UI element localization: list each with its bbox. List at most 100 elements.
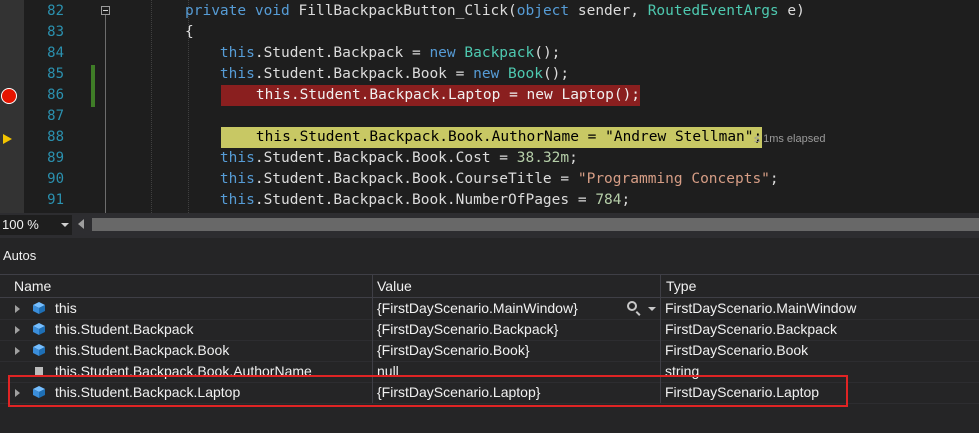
annotation-highlight-box (8, 375, 848, 407)
code-token: this (185, 45, 255, 61)
expand-arrow-icon[interactable] (15, 326, 20, 334)
line-number: 82 (47, 3, 64, 19)
object-cube-icon (33, 323, 45, 335)
code-token: object (516, 3, 578, 19)
code-token: 38.32m (516, 150, 570, 166)
search-icon[interactable] (627, 301, 637, 311)
code-token: void (254, 3, 299, 19)
autos-type: FirstDayScenario.MainWindow (665, 300, 857, 316)
editor-status-bar: 100 % (0, 213, 979, 238)
code-editor[interactable]: 82 private void FillBackpackButton_Click(… (0, 0, 979, 213)
column-header-type[interactable]: Type (666, 275, 696, 297)
zoom-dropdown[interactable]: 100 % (0, 215, 72, 235)
column-divider (660, 319, 661, 340)
autos-type: FirstDayScenario.Backpack (665, 321, 837, 337)
column-divider (660, 298, 661, 319)
code-token: this.Student.Backpack.Book.AuthorName = … (221, 129, 763, 145)
expand-arrow-icon[interactable] (15, 305, 20, 313)
code-line[interactable]: 86 this.Student.Backpack.Laptop = new La… (0, 85, 979, 106)
code-token: .Student.Backpack.Book.CourseTitle = (254, 171, 578, 187)
code-token: Book (508, 66, 543, 82)
code-token: this (185, 192, 255, 208)
code-line[interactable]: 87 (0, 106, 979, 127)
line-number: 90 (47, 171, 64, 187)
column-divider (660, 340, 661, 361)
column-divider[interactable] (660, 275, 661, 297)
perftip-elapsed[interactable]: ≤ 1ms elapsed (754, 129, 825, 150)
autos-row[interactable]: this.Student.Backpack {FirstDayScenario.B… (0, 319, 979, 341)
autos-row[interactable]: this {FirstDayScenario.MainWindow} FirstDa… (0, 298, 979, 320)
code-token: .Student.Backpack.Book.Cost = (254, 150, 517, 166)
code-token: 784 (595, 192, 622, 208)
chevron-down-icon[interactable] (648, 307, 656, 311)
code-token: ; (621, 192, 631, 208)
code-token: FillBackpackButton_Click( (298, 3, 517, 19)
column-divider[interactable] (372, 275, 373, 297)
code-token: (); (534, 45, 561, 61)
autos-row[interactable]: this.Student.Backpack.Book {FirstDayScena… (0, 340, 979, 362)
line-number: 91 (47, 192, 64, 208)
line-number: 85 (47, 66, 64, 82)
autos-name: this.Student.Backpack.Book (55, 342, 230, 358)
expand-arrow-icon[interactable] (15, 347, 20, 355)
line-number: 89 (47, 150, 64, 166)
object-cube-icon (33, 302, 45, 314)
code-line[interactable]: 82 private void FillBackpackButton_Click(… (0, 1, 979, 22)
code-text[interactable]: this.Student.Backpack.Book.AuthorName = … (221, 127, 763, 148)
column-header-value[interactable]: Value (377, 275, 412, 297)
code-text[interactable]: this.Student.Backpack.Book = new Book(); (185, 64, 569, 85)
code-token: this (185, 150, 255, 166)
code-token: (); (542, 66, 570, 82)
code-line[interactable]: 85 this.Student.Backpack.Book = new Book… (0, 64, 979, 85)
column-header-name[interactable]: Name (14, 275, 51, 297)
code-token: this (185, 171, 255, 187)
code-token: sender, (577, 3, 648, 19)
autos-title: Autos (3, 248, 37, 263)
column-divider (372, 340, 373, 361)
code-token: private (185, 3, 255, 19)
object-cube-icon (33, 344, 45, 356)
column-divider (372, 298, 373, 319)
autos-value[interactable]: {FirstDayScenario.Backpack} (377, 319, 558, 340)
code-text[interactable]: { (185, 22, 194, 43)
line-number: 87 (47, 108, 64, 124)
code-line[interactable]: 89 this.Student.Backpack.Book.Cost = 38.… (0, 148, 979, 169)
code-text[interactable]: this.Student.Backpack.Book.NumberOfPages… (185, 190, 630, 211)
code-token: .Student.Backpack.Book = (254, 66, 474, 82)
chevron-down-icon (61, 223, 69, 227)
code-text[interactable]: this.Student.Backpack = new Backpack(); (185, 43, 561, 64)
code-line[interactable]: 83 { (0, 22, 979, 43)
code-text[interactable]: this.Student.Backpack.Laptop = new Lapto… (221, 85, 641, 106)
code-line[interactable]: 90 this.Student.Backpack.Book.CourseTitl… (0, 169, 979, 190)
code-token: "Programming Concepts" (577, 171, 770, 187)
code-text[interactable]: private void FillBackpackButton_Click(ob… (185, 1, 805, 22)
code-token: RoutedEventArgs (647, 3, 788, 19)
horizontal-scrollbar-thumb[interactable] (92, 218, 979, 231)
code-token: this.Student.Backpack.Laptop = new Lapto… (221, 87, 641, 103)
line-number: 86 (47, 87, 64, 103)
breakpoint-icon[interactable] (1, 88, 17, 104)
code-line[interactable]: 84 this.Student.Backpack = new Backpack(… (0, 43, 979, 64)
code-token: new (473, 66, 509, 82)
code-line[interactable]: 88 this.Student.Backpack.Book.AuthorName… (0, 127, 979, 148)
code-token: Backpack (464, 45, 535, 61)
line-number: 88 (47, 129, 64, 145)
line-number: 83 (47, 24, 64, 40)
autos-name: this.Student.Backpack (55, 321, 194, 337)
autos-type: FirstDayScenario.Book (665, 342, 809, 358)
code-token: { (185, 24, 194, 40)
code-token: .Student.Backpack.Book.NumberOfPages = (254, 192, 596, 208)
column-divider (372, 319, 373, 340)
scroll-left-icon[interactable] (78, 219, 84, 229)
code-text[interactable]: this.Student.Backpack.Book.Cost = 38.32m… (185, 148, 578, 169)
autos-value[interactable]: {FirstDayScenario.MainWindow} (377, 298, 578, 319)
code-token: .Student.Backpack = (254, 45, 430, 61)
code-token: new (429, 45, 465, 61)
code-token: ; (569, 150, 578, 166)
zoom-value: 100 % (2, 217, 39, 232)
autos-value[interactable]: {FirstDayScenario.Book} (377, 340, 530, 361)
code-text[interactable]: this.Student.Backpack.Book.CourseTitle =… (185, 169, 779, 190)
code-line[interactable]: 91 this.Student.Backpack.Book.NumberOfPa… (0, 190, 979, 211)
code-token: e) (787, 3, 805, 19)
code-token: this (185, 66, 255, 82)
